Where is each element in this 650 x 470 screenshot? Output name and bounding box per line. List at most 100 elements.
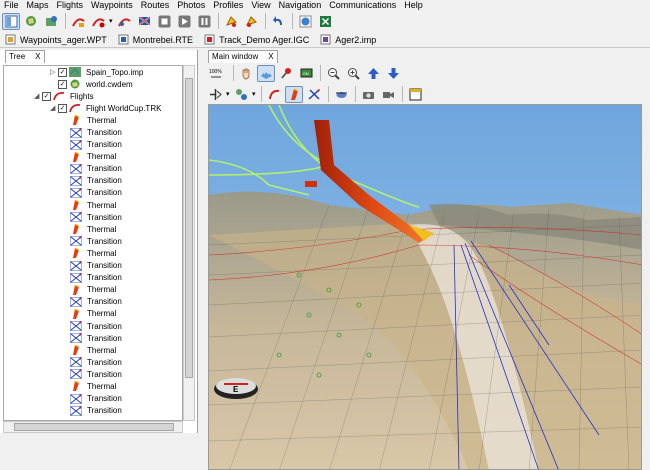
visibility-checkbox[interactable]: ✓ [58,79,67,89]
file-tab[interactable]: Waypoints_ager.WPT [5,34,107,45]
terrain-render[interactable] [209,105,642,470]
visibility-checkbox[interactable]: ✓ [58,67,67,77]
pan-hand-icon[interactable] [237,65,255,82]
menu-navigation[interactable]: Navigation [275,0,326,11]
tree-item-thermal[interactable]: Thermal [4,380,182,392]
tree-item-flight[interactable]: ◢ ✓ Flight WorldCup.TRK [4,102,182,114]
zoom-out-icon[interactable] [324,65,342,82]
expand-toggle-icon[interactable]: ◢ [34,92,42,100]
tree-tab-close-icon[interactable]: X [35,51,40,63]
tree-item-transition[interactable]: Transition [4,187,182,199]
compass[interactable]: E [213,376,259,400]
thermal-icon[interactable] [285,85,303,103]
tree-item-thermal[interactable]: Thermal [4,344,182,356]
file-tab[interactable]: Montrebei.RTE [118,34,193,45]
menu-routes[interactable]: Routes [137,0,174,11]
tree-vertical-scrollbar[interactable] [183,65,195,421]
expand-toggle-icon[interactable]: ◢ [50,104,58,112]
transition-icon[interactable] [305,86,323,103]
zoom-in-icon[interactable] [344,65,362,82]
tree-item-transition[interactable]: Transition [4,393,182,405]
tab-tree[interactable]: Tree X [5,50,45,63]
tree-item-dem[interactable]: ✓ world.cwdem [4,78,182,90]
tree-item-transition[interactable]: Transition [4,175,182,187]
tree-item-thermal[interactable]: Thermal [4,308,182,320]
glider-icon[interactable] [332,86,350,103]
tree-item-transition[interactable]: Transition [4,211,182,223]
tree-item-transition[interactable]: Transition [4,320,182,332]
flight-open-icon[interactable] [69,13,87,30]
tree-item-transition[interactable]: Transition [4,296,182,308]
pause-icon[interactable] [195,13,213,30]
window-frame-icon[interactable] [406,86,424,103]
fuel-icon[interactable] [222,13,240,30]
tree-item-thermal[interactable]: Thermal [4,247,182,259]
file-tab[interactable]: Track_Demo Ager.IGC [204,34,309,45]
scrollbar-thumb[interactable] [14,423,174,431]
screen-capture-icon[interactable]: ON [297,65,315,82]
tree-item-thermal[interactable]: Thermal [4,284,182,296]
tree-item-transition[interactable]: Transition [4,368,182,380]
tab-main-window[interactable]: Main window X [208,50,278,63]
tree-horizontal-scrollbar[interactable] [3,421,183,433]
menu-file[interactable]: File [0,0,23,11]
scrollbar-thumb[interactable] [185,78,193,378]
visibility-checkbox[interactable]: ✓ [58,103,67,113]
stop-icon[interactable] [155,13,173,30]
arrow-down-icon[interactable] [384,65,402,82]
tree-item-transition[interactable]: Transition [4,139,182,151]
map-open-icon[interactable] [22,13,40,30]
forward-icon[interactable] [242,13,260,30]
chevron-down-icon[interactable]: ▾ [252,86,258,103]
tree-item-transition[interactable]: Transition [4,332,182,344]
tree-item-flights[interactable]: ◢ ✓ Flights [4,90,182,102]
tree-item-transition[interactable]: Transition [4,405,182,417]
map-icon [69,67,86,78]
zoom-badge-text: 100% [209,69,222,75]
tree-item-transition[interactable]: Transition [4,126,182,138]
camera-icon[interactable] [359,86,377,103]
video-camera-icon[interactable] [379,86,397,103]
tree-item-thermal[interactable]: Thermal [4,199,182,211]
3d-map-view[interactable]: E [208,104,642,470]
undo-icon[interactable] [269,13,287,30]
menu-flights[interactable]: Flights [53,0,88,11]
tree-item-transition[interactable]: Transition [4,272,182,284]
flight-curve-icon[interactable] [265,86,283,103]
3d-terrain-icon[interactable] [257,64,275,82]
menu-view[interactable]: View [247,0,274,11]
tree-item-transition[interactable]: Transition [4,235,182,247]
map-tools-icon[interactable] [42,13,60,30]
file-tab[interactable]: Ager2.imp [320,34,376,45]
tree-item-map[interactable]: ▷ ✓ Spain_Topo.imp [4,66,182,78]
arrow-up-icon[interactable] [364,65,382,82]
tree-item-thermal[interactable]: Thermal [4,223,182,235]
expand-toggle-icon[interactable]: ▷ [50,68,58,76]
menu-photos[interactable]: Photos [173,0,209,11]
menu-communications[interactable]: Communications [325,0,400,11]
spreadsheet-icon[interactable] [316,13,334,30]
layout-icon[interactable] [2,12,20,30]
play-icon[interactable] [175,13,193,30]
tree-item-thermal[interactable]: Thermal [4,114,182,126]
zoom-100-button[interactable]: 100% [206,65,228,82]
menu-maps[interactable]: Maps [23,0,53,11]
pin-icon[interactable] [277,65,295,82]
menu-waypoints[interactable]: Waypoints [87,0,137,11]
tree-item-label: Flights [70,91,94,101]
add-marker-icon[interactable] [206,86,224,103]
visibility-checkbox[interactable]: ✓ [42,91,51,101]
flight-track-icon[interactable] [115,13,133,30]
main-tab-close-icon[interactable]: X [268,51,273,63]
thermal-icon [70,200,87,211]
menu-profiles[interactable]: Profiles [209,0,247,11]
menu-help[interactable]: Help [400,0,427,11]
tree-item-thermal[interactable]: Thermal [4,151,182,163]
flag-icon[interactable] [135,13,153,30]
tree-item-transition[interactable]: Transition [4,163,182,175]
tree-item-transition[interactable]: Transition [4,356,182,368]
flight-record-icon[interactable] [89,13,107,30]
web-icon[interactable] [296,13,314,30]
tree-item-transition[interactable]: Transition [4,260,182,272]
route-layer-icon[interactable] [232,86,250,103]
